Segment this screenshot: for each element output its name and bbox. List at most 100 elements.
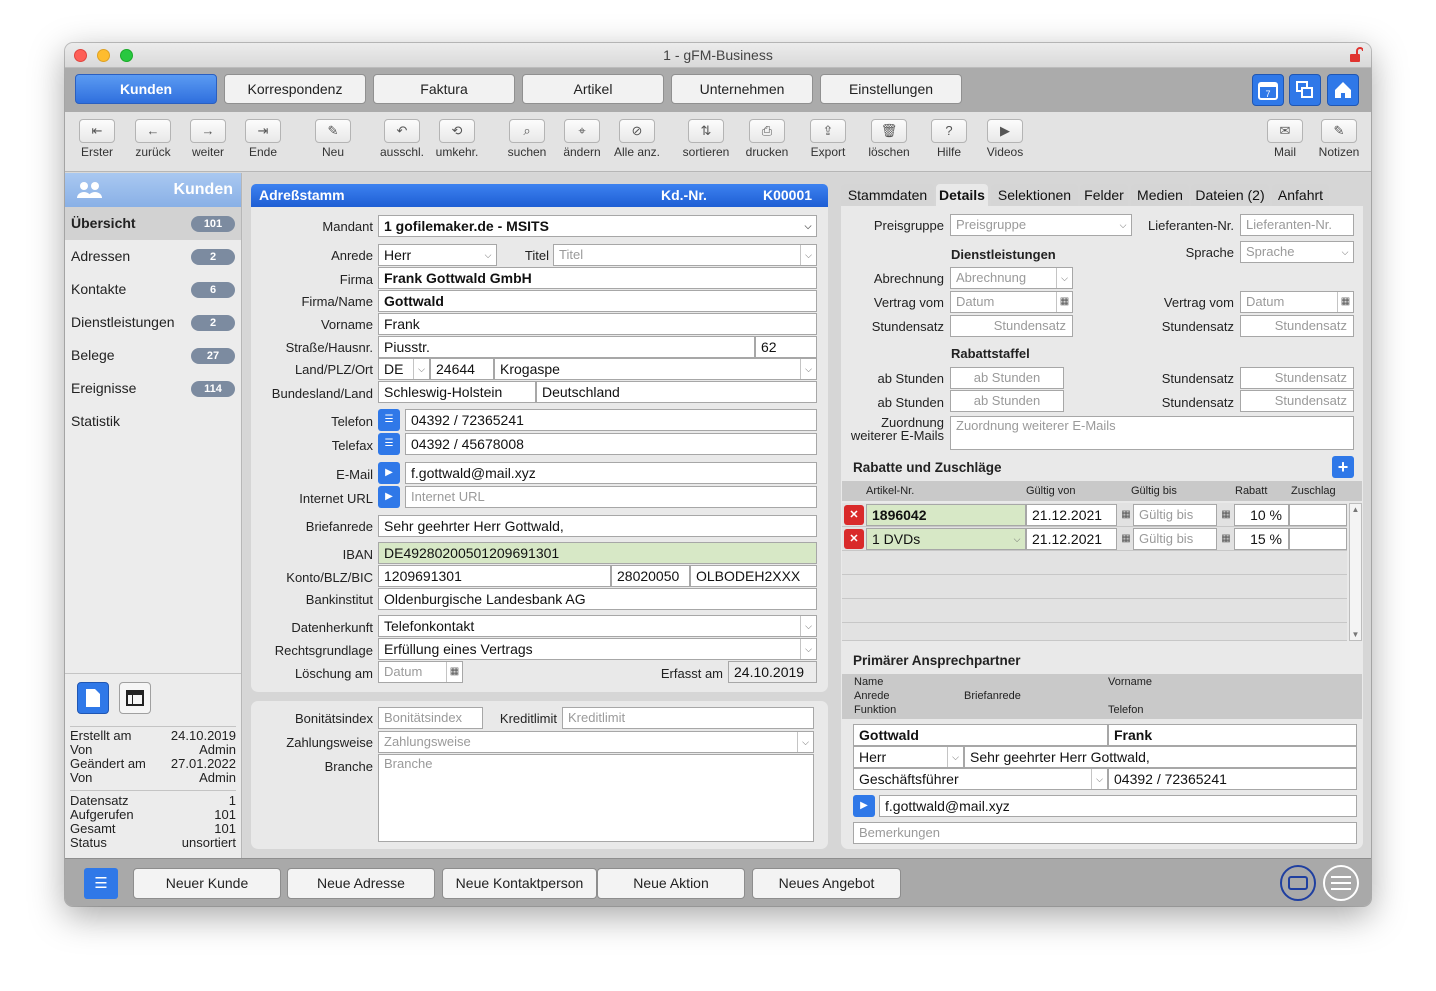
tool-weiter-button[interactable]: → weiter bbox=[178, 119, 238, 159]
neuer-kunde-button[interactable]: Neuer Kunde bbox=[133, 868, 281, 899]
nav-tab-korrespondenz[interactable]: Korrespondenz bbox=[224, 74, 366, 104]
list-icon[interactable]: ☰ bbox=[378, 433, 400, 455]
bonitaet-field[interactable]: Bonitätsindex bbox=[378, 707, 483, 729]
neue-kontaktperson-button[interactable]: Neue Kontaktperson bbox=[442, 868, 597, 899]
bis-field[interactable]: Gültig bis bbox=[1133, 504, 1217, 526]
staat-field[interactable]: Deutschland bbox=[536, 381, 817, 403]
tool-ende-button[interactable]: ⇥ Ende bbox=[233, 119, 293, 159]
sprache-select[interactable]: Sprache ⌵ bbox=[1240, 241, 1354, 263]
vertrag-date-2[interactable]: Datum ▦ bbox=[1240, 291, 1354, 313]
scroll-up-icon[interactable]: ▲ bbox=[1350, 504, 1361, 515]
scroll-down-icon[interactable]: ▼ bbox=[1350, 629, 1361, 640]
abstunden-field[interactable]: ab Stunden bbox=[950, 367, 1064, 389]
calendar-icon[interactable]: ▦ bbox=[1218, 529, 1234, 549]
artikel-field[interactable]: 1896042 bbox=[866, 504, 1026, 526]
url-field[interactable]: Internet URL bbox=[405, 486, 817, 508]
sidebar-item-kontakte[interactable]: Kontakte 6 bbox=[65, 273, 241, 306]
tool-sortieren-button[interactable]: ⇅ sortieren bbox=[676, 119, 736, 159]
firmaname-field[interactable]: Gottwald bbox=[378, 290, 817, 312]
calendar-icon[interactable]: ▦ bbox=[1218, 505, 1234, 525]
herkunft-select[interactable]: Telefonkontakt ⌵ bbox=[378, 615, 817, 637]
nav-tab-artikel[interactable]: Artikel bbox=[522, 74, 664, 104]
abstunden-field-2[interactable]: ab Stunden bbox=[950, 390, 1064, 412]
ansprech-name[interactable]: Gottwald bbox=[853, 724, 1108, 746]
preisgruppe-select[interactable]: Preisgruppe ⌵ bbox=[950, 214, 1132, 236]
von-field[interactable]: 21.12.2021 bbox=[1026, 528, 1117, 550]
ansprech-briefanrede[interactable]: Sehr geehrter Herr Gottwald, bbox=[964, 746, 1357, 768]
table-view-icon[interactable] bbox=[119, 682, 151, 714]
tab-stammdaten[interactable]: Stammdaten bbox=[841, 184, 934, 206]
tab-anfahrt[interactable]: Anfahrt bbox=[1272, 184, 1329, 206]
tool-erster-button[interactable]: ⇤ Erster bbox=[67, 119, 127, 159]
telefon-field[interactable]: 04392 / 72365241 bbox=[405, 409, 817, 431]
tool-export-button[interactable]: ⇪ Export bbox=[798, 119, 858, 159]
email-field[interactable]: f.gottwald@mail.xyz bbox=[405, 462, 817, 484]
stundensatz-field-2[interactable]: Stundensatz bbox=[1240, 315, 1354, 337]
artikel-select[interactable]: 1 DVDs ⌵ bbox=[866, 528, 1026, 550]
sidebar-item-dienstleistungen[interactable]: Dienstleistungen 2 bbox=[65, 306, 241, 339]
zuschlag-field[interactable] bbox=[1289, 528, 1347, 550]
zoom-window-button[interactable] bbox=[120, 49, 133, 62]
lock-open-icon[interactable] bbox=[1349, 47, 1363, 63]
calendar-icon[interactable]: 7 bbox=[1252, 74, 1284, 106]
home-icon[interactable] bbox=[1327, 74, 1359, 106]
titel-select[interactable]: Titel ⌵ bbox=[553, 244, 817, 266]
tool-drucken-button[interactable]: ⎙ drucken bbox=[737, 119, 797, 159]
list-icon[interactable]: ☰ bbox=[378, 409, 400, 431]
mandant-select[interactable]: 1 gofilemaker.de - MSITS ⌵ bbox=[378, 215, 817, 237]
branche-field[interactable]: Branche bbox=[378, 754, 814, 842]
abrechnung-select[interactable]: Abrechnung ⌵ bbox=[950, 267, 1073, 289]
tool-alle-anz--button[interactable]: ⊘ Alle anz. bbox=[607, 119, 667, 159]
tool-ändern-button[interactable]: ⌖ ändern bbox=[552, 119, 612, 159]
delete-row-button[interactable]: ✕ bbox=[844, 505, 864, 525]
rabatt-field[interactable]: 15 % bbox=[1234, 528, 1289, 550]
briefanrede-field[interactable]: Sehr geehrter Herr Gottwald, bbox=[378, 515, 817, 537]
list-menu-icon[interactable]: ☰ bbox=[84, 868, 118, 899]
tool-notizen-button[interactable]: ✎ Notizen bbox=[1309, 119, 1369, 159]
zuschlag-field[interactable] bbox=[1289, 504, 1347, 526]
firma-field[interactable]: Frank Gottwald GmbH bbox=[378, 267, 817, 289]
tool-zurück-button[interactable]: ← zurück bbox=[123, 119, 183, 159]
tab-medien[interactable]: Medien bbox=[1131, 184, 1189, 206]
loeschung-date[interactable]: Datum ▦ bbox=[378, 661, 463, 683]
kredit-field[interactable]: Kreditlimit bbox=[562, 707, 814, 729]
play-icon[interactable]: ▶ bbox=[378, 486, 400, 508]
calendar-icon[interactable]: ▦ bbox=[1118, 505, 1134, 525]
neue-aktion-button[interactable]: Neue Aktion bbox=[597, 868, 745, 899]
hausnr-field[interactable]: 62 bbox=[755, 336, 817, 358]
ansprech-telefon[interactable]: 04392 / 72365241 bbox=[1108, 768, 1357, 790]
rabatt-field[interactable]: 10 % bbox=[1234, 504, 1289, 526]
sidebar-item-belege[interactable]: Belege 27 bbox=[65, 339, 241, 372]
tab-dateien-2-[interactable]: Dateien (2) bbox=[1191, 184, 1269, 206]
bundesland-field[interactable]: Schleswig-Holstein bbox=[378, 381, 536, 403]
tool-mail-button[interactable]: ✉ Mail bbox=[1255, 119, 1315, 159]
hamburger-menu-icon[interactable] bbox=[1323, 865, 1359, 901]
zuordnung-field[interactable]: Zuordnung weiterer E-Mails bbox=[950, 416, 1354, 450]
ansprech-bemerkungen[interactable]: Bemerkungen bbox=[853, 822, 1357, 844]
delete-row-button[interactable]: ✕ bbox=[844, 529, 864, 549]
anrede-select[interactable]: Herr ⌵ bbox=[378, 244, 497, 266]
sidebar-item-statistik[interactable]: Statistik bbox=[65, 405, 241, 438]
vertrag-date[interactable]: Datum ▦ bbox=[950, 291, 1073, 313]
tab-selektionen[interactable]: Selektionen bbox=[991, 184, 1078, 206]
ort-field[interactable]: Krogaspe ⌵ bbox=[494, 358, 817, 380]
land-select[interactable]: DE ⌵ bbox=[378, 358, 430, 380]
zahlung-select[interactable]: Zahlungsweise ⌵ bbox=[378, 731, 814, 753]
neues-angebot-button[interactable]: Neues Angebot bbox=[752, 868, 901, 899]
von-field[interactable]: 21.12.2021 bbox=[1026, 504, 1117, 526]
tab-details[interactable]: Details bbox=[936, 184, 988, 206]
bank-field[interactable]: Oldenburgische Landesbank AG bbox=[378, 588, 817, 610]
nav-tab-unternehmen[interactable]: Unternehmen bbox=[671, 74, 813, 104]
add-rabatt-button[interactable]: + bbox=[1332, 456, 1354, 478]
nav-tab-einstellungen[interactable]: Einstellungen bbox=[820, 74, 962, 104]
sidebar-item-ereignisse[interactable]: Ereignisse 114 bbox=[65, 372, 241, 405]
tab-felder[interactable]: Felder bbox=[1080, 184, 1128, 206]
stundensatz-field-4[interactable]: Stundensatz bbox=[1240, 390, 1354, 412]
form-view-icon[interactable] bbox=[77, 682, 109, 714]
tool-neu-button[interactable]: ✎ Neu bbox=[303, 119, 363, 159]
stundensatz-field-3[interactable]: Stundensatz bbox=[1240, 367, 1354, 389]
neue-adresse-button[interactable]: Neue Adresse bbox=[287, 868, 435, 899]
nav-tab-faktura[interactable]: Faktura bbox=[373, 74, 515, 104]
window-mode-icon[interactable] bbox=[1280, 865, 1316, 901]
close-window-button[interactable] bbox=[74, 49, 87, 62]
